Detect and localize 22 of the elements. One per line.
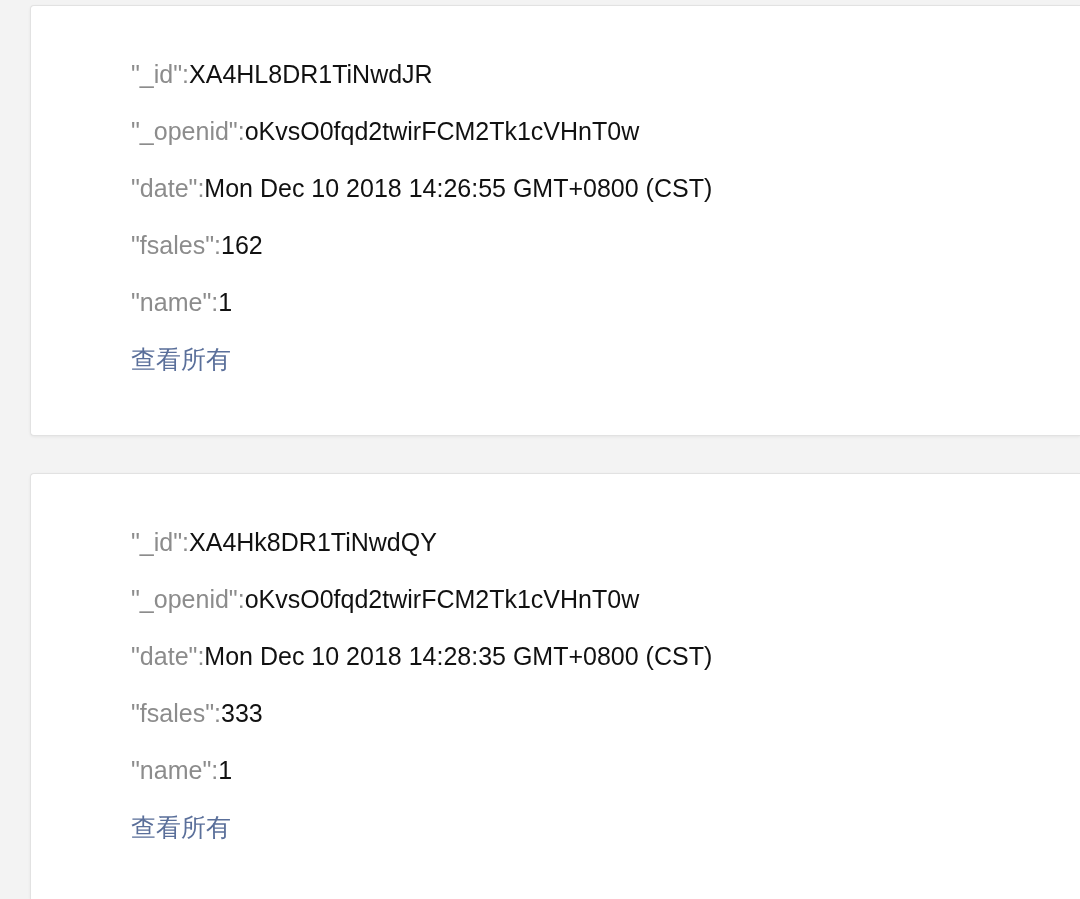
- field-key: "_id":: [131, 528, 190, 556]
- field-value: oKvsO0fqd2twirFCM2Tk1cVHnT0w: [244, 117, 640, 145]
- field-key: "fsales":: [131, 699, 221, 727]
- field-key: "name":: [131, 288, 219, 316]
- field-key: "_openid":: [131, 117, 245, 145]
- field-value: 1: [218, 288, 233, 316]
- field-value: 333: [221, 699, 263, 727]
- field-value: XA4HL8DR1TiNwdJR: [189, 60, 433, 88]
- field-value: 1: [218, 756, 233, 784]
- field-value: Mon Dec 10 2018 14:26:55 GMT+0800 (CST): [204, 174, 713, 202]
- field-value: Mon Dec 10 2018 14:28:35 GMT+0800 (CST): [204, 642, 713, 670]
- field-key: "date":: [131, 642, 205, 670]
- field-key: "date":: [131, 174, 205, 202]
- field-key: "name":: [131, 756, 219, 784]
- field-key: "_openid":: [131, 585, 245, 613]
- field-value: XA4Hk8DR1TiNwdQY: [189, 528, 437, 556]
- field-key: "_id":: [131, 60, 190, 88]
- view-all-link[interactable]: 查看所有: [131, 345, 231, 373]
- view-all-link[interactable]: 查看所有: [131, 813, 231, 841]
- field-value: oKvsO0fqd2twirFCM2Tk1cVHnT0w: [244, 585, 640, 613]
- field-key: "fsales":: [131, 231, 221, 259]
- field-value: 162: [221, 231, 263, 259]
